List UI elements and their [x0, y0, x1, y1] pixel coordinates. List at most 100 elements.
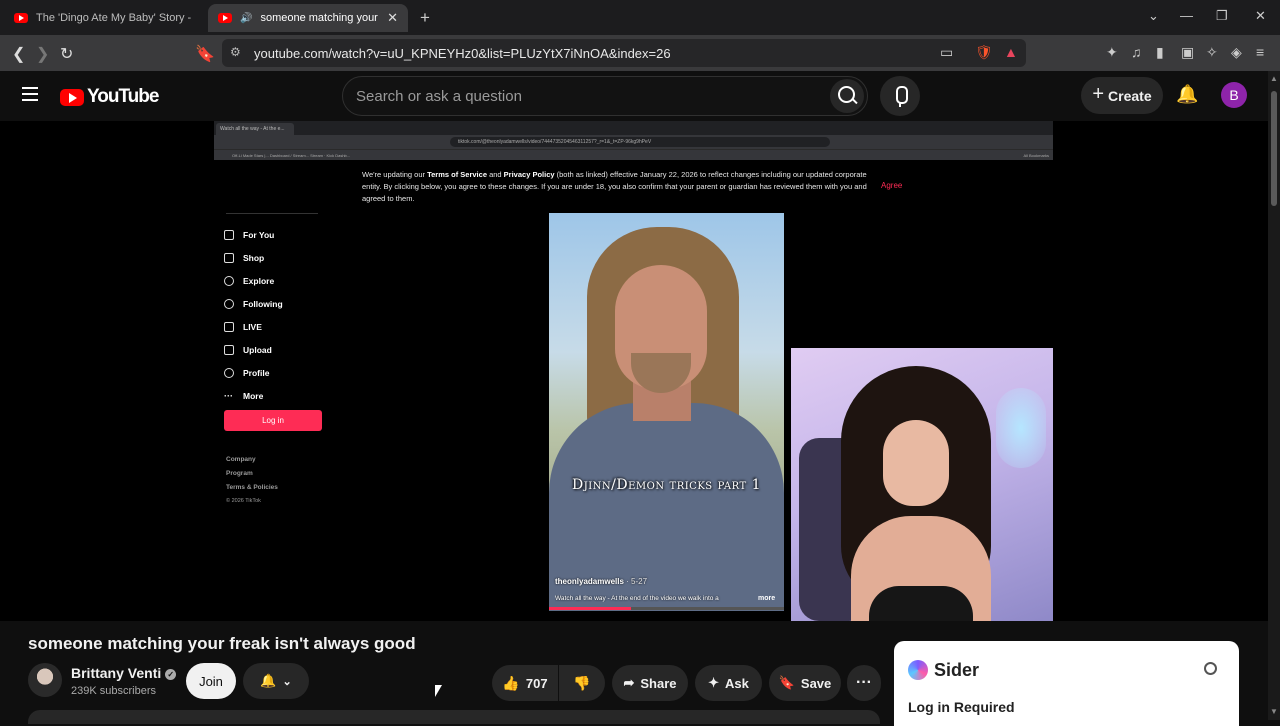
- video-title: someone matching your freak isn't always…: [28, 634, 416, 653]
- bookmark-save-icon: 🔖: [778, 675, 795, 690]
- vpn-icon[interactable]: ◈: [1231, 44, 1242, 61]
- more-dots-icon: ···: [224, 390, 233, 401]
- plus-icon: +: [1092, 83, 1105, 105]
- channel-avatar[interactable]: [28, 663, 62, 697]
- following-icon: [224, 299, 234, 310]
- sidebar-icon[interactable]: ▮: [1156, 44, 1164, 61]
- media-icon[interactable]: ♫: [1131, 44, 1142, 60]
- youtube-logo[interactable]: YouTube: [60, 86, 159, 108]
- brave-rewards-icon[interactable]: ▲: [1004, 44, 1018, 60]
- background-lamp: [996, 388, 1046, 468]
- notifications-bell-icon[interactable]: 🔔: [1176, 84, 1198, 105]
- clip-username: theonlyadamwells · 5-27: [555, 577, 648, 586]
- browser-tab-active[interactable]: 🔊 someone matching your freak ✕: [208, 4, 408, 32]
- brave-shields-icon[interactable]: 🛡: [975, 44, 993, 61]
- streamer-top: [869, 586, 973, 621]
- sider-panel: Sider Log in Required: [894, 641, 1239, 726]
- nav-item-upload: Upload: [224, 338, 283, 361]
- notification-settings-button[interactable]: 🔔 ⌄: [243, 663, 309, 699]
- scroll-down-icon[interactable]: ▼: [1270, 707, 1278, 716]
- browser-tab[interactable]: The 'Dingo Ate My Baby' Story - YouT: [4, 4, 204, 32]
- audio-playing-icon: 🔊: [240, 12, 253, 24]
- tab-list-chevron-icon[interactable]: ⌄: [1148, 8, 1159, 24]
- menu-icon[interactable]: ≡: [1256, 44, 1264, 60]
- forward-button[interactable]: ❯: [36, 44, 49, 64]
- cast-icon[interactable]: ▭: [940, 44, 953, 61]
- sider-settings-icon[interactable]: [1204, 662, 1217, 675]
- page-scrollbar[interactable]: ▲ ▼: [1268, 71, 1280, 720]
- close-tab-icon[interactable]: ✕: [387, 10, 398, 26]
- tiktok-sidebar-nav: For You Shop Explore Following LIVE Uplo…: [224, 224, 283, 407]
- policy-notice: We're updating our Terms of Service and …: [362, 170, 867, 203]
- live-icon: [224, 322, 234, 332]
- wallet-icon[interactable]: ▣: [1181, 44, 1194, 61]
- minimize-button[interactable]: —: [1180, 8, 1193, 23]
- account-avatar[interactable]: B: [1221, 82, 1247, 108]
- recorded-toolbar: tiktok.com/@theonlyadamwells/video/74447…: [214, 135, 1053, 149]
- recorded-bookmarks: Off-Li Made Stars |... Dashboard / Strea…: [232, 153, 351, 158]
- new-tab-button[interactable]: +: [420, 8, 430, 28]
- tiktok-clip: Djinn/Demon tricks part 1 theonlyadamwel…: [549, 213, 784, 611]
- search-input[interactable]: Search or ask a question: [342, 76, 868, 116]
- chevron-down-icon: ⌄: [282, 675, 292, 688]
- url-text: youtube.com/watch?v=uU_KPNEYHz0&list=PLU…: [254, 45, 671, 61]
- close-window-button[interactable]: ✕: [1255, 8, 1266, 24]
- webcam-overlay: [791, 348, 1053, 621]
- back-button[interactable]: ❮: [12, 44, 25, 64]
- tiktok-footer: Company Program Terms & Policies © 2026 …: [226, 456, 278, 504]
- search-icon[interactable]: [830, 79, 864, 113]
- nav-item-live: LIVE: [224, 316, 283, 339]
- share-arrow-icon: ➦: [623, 675, 635, 690]
- channel-name[interactable]: Brittany Venti ✓: [71, 665, 177, 681]
- leo-ai-icon[interactable]: ✧: [1206, 44, 1218, 61]
- extensions-icon[interactable]: ✦: [1106, 44, 1118, 61]
- recorded-bookmarks-bar: Off-Li Made Stars |... Dashboard / Strea…: [214, 149, 1053, 160]
- ask-button[interactable]: ✦ Ask: [695, 665, 762, 701]
- bookmark-icon[interactable]: 🔖: [195, 44, 215, 64]
- microphone-icon[interactable]: [880, 76, 920, 116]
- clip-progress-bar: [549, 607, 784, 610]
- scrollbar-thumb[interactable]: [1271, 91, 1277, 206]
- like-button[interactable]: 👍 707: [492, 665, 558, 701]
- video-player[interactable]: Watch all the way - At the e... tiktok.c…: [0, 121, 1268, 621]
- dislike-button[interactable]: 👎: [559, 665, 605, 701]
- profile-icon: [224, 367, 234, 378]
- subscriber-count: 239K subscribers: [71, 685, 156, 697]
- save-button[interactable]: 🔖 Save: [769, 665, 841, 701]
- address-bar[interactable]: ⚙ youtube.com/watch?v=uU_KPNEYHz0&list=P…: [222, 39, 1026, 67]
- nav-item-explore: Explore: [224, 270, 283, 293]
- nav-item-following: Following: [224, 293, 283, 316]
- join-button[interactable]: Join: [186, 663, 236, 699]
- scroll-up-icon[interactable]: ▲: [1270, 74, 1278, 83]
- tab-title: The 'Dingo Ate My Baby' Story - YouT: [36, 12, 194, 24]
- sider-login-required: Log in Required: [908, 699, 1015, 715]
- streamer-face: [883, 420, 949, 506]
- upload-icon: [224, 344, 234, 355]
- create-button[interactable]: + Create: [1081, 77, 1163, 114]
- browser-tab-strip: The 'Dingo Ate My Baby' Story - YouT 🔊 s…: [0, 0, 1280, 35]
- video-frame: Watch all the way - At the e... tiktok.c…: [214, 121, 1053, 621]
- thumbs-down-icon: 👎: [573, 674, 591, 691]
- description-box[interactable]: [28, 710, 880, 724]
- recorded-url: tiktok.com/@theonlyadamwells/video/74447…: [450, 137, 830, 147]
- sider-title: Sider: [934, 660, 980, 680]
- more-actions-button[interactable]: ···: [847, 665, 881, 701]
- hamburger-menu-icon[interactable]: [22, 87, 38, 101]
- recorded-all-bookmarks: All Bookmarks: [1023, 153, 1049, 158]
- site-settings-icon[interactable]: ⚙: [230, 45, 241, 59]
- youtube-favicon-icon: [218, 13, 232, 23]
- browser-toolbar: ❮ ❯ ↻ 🔖 ⚙ youtube.com/watch?v=uU_KPNEYHz…: [0, 35, 1280, 71]
- share-button[interactable]: ➦ Share: [612, 665, 688, 701]
- recorded-browser-tabs: Watch all the way - At the e...: [214, 121, 1053, 135]
- clip-more-link: more: [758, 595, 776, 602]
- tiktok-login-button: Log in: [224, 410, 322, 431]
- maximize-button[interactable]: ❐: [1216, 8, 1228, 24]
- tab-title: someone matching your freak: [260, 12, 379, 24]
- agree-link: Agree: [881, 181, 903, 190]
- mouse-cursor-icon: [435, 685, 442, 697]
- compass-icon: [224, 276, 234, 287]
- home-icon: [224, 230, 234, 241]
- reload-button[interactable]: ↻: [60, 44, 73, 64]
- youtube-favicon-icon: [14, 13, 28, 23]
- verified-check-icon: ✓: [165, 669, 177, 680]
